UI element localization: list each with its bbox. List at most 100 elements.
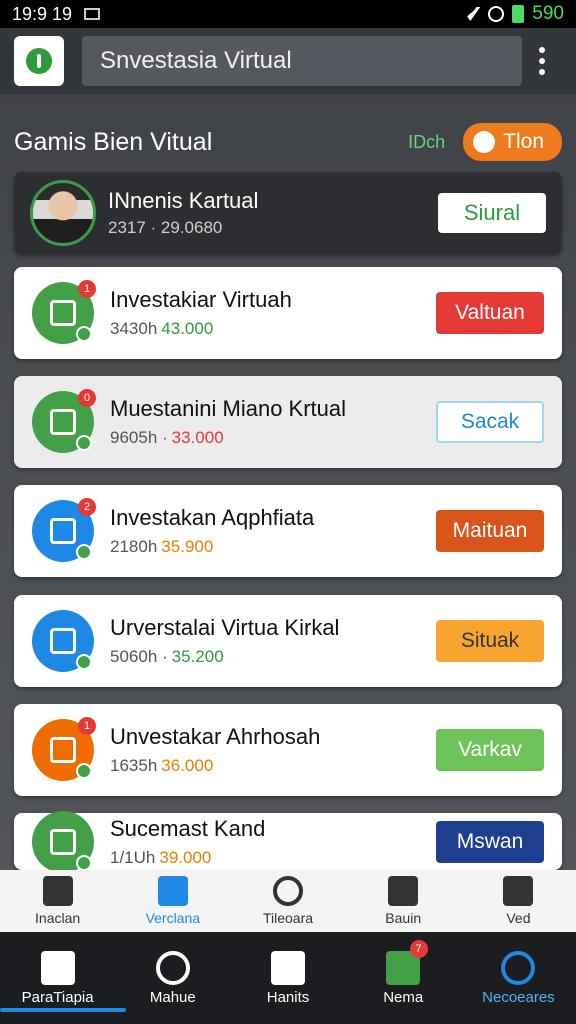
item-duration: 2180h bbox=[110, 537, 158, 556]
item-duration: 1/1Uh bbox=[110, 847, 156, 867]
calendar-icon bbox=[32, 610, 94, 672]
leaf-icon bbox=[32, 810, 94, 873]
nav-label: Bauin bbox=[385, 910, 422, 926]
item-value: 43.000 bbox=[161, 319, 214, 338]
calendar-icon: 1 bbox=[32, 280, 96, 344]
gear-icon: 2 bbox=[32, 498, 96, 562]
nav-item[interactable]: Verclana bbox=[115, 870, 230, 932]
alarm-icon bbox=[488, 6, 505, 22]
item-title: Investakan Aqphfiata bbox=[110, 505, 315, 530]
check-icon bbox=[76, 435, 92, 451]
location-icon bbox=[388, 876, 419, 906]
battery-icon bbox=[512, 5, 525, 23]
nav-label: Nema bbox=[383, 988, 424, 1006]
home-icon bbox=[42, 876, 73, 906]
search-icon bbox=[273, 876, 303, 906]
nav-item[interactable]: Nema 7 bbox=[346, 932, 461, 1024]
notification-badge: 1 bbox=[78, 717, 96, 735]
grid-icon bbox=[271, 950, 305, 985]
notification-badge: 1 bbox=[78, 280, 96, 298]
search-icon bbox=[501, 950, 536, 985]
power-icon bbox=[26, 48, 52, 74]
search-field[interactable]: Snvestasia Virtual bbox=[82, 36, 522, 86]
nav-item[interactable]: ParaTiapia bbox=[0, 932, 126, 1024]
item-title: Muestanini Miano Krtual bbox=[110, 396, 347, 421]
tlon-button-label: Tlon bbox=[503, 130, 544, 153]
nav-item[interactable]: Inaclan bbox=[0, 870, 115, 932]
overflow-menu-icon[interactable] bbox=[522, 47, 562, 75]
check-icon bbox=[76, 326, 92, 342]
wifi-icon bbox=[460, 7, 481, 21]
active-indicator bbox=[0, 1008, 126, 1012]
item-action-button[interactable]: Maituan bbox=[436, 510, 544, 552]
nav-item[interactable]: Tileoara bbox=[230, 870, 345, 932]
profile-action-button[interactable]: Siural bbox=[438, 193, 546, 233]
profile-name: INnenis Kartual bbox=[108, 188, 259, 213]
list-item[interactable]: 0 Muestanini Miano Krtual 9605h · 33.000 Sac… bbox=[14, 376, 562, 468]
home-icon bbox=[40, 950, 75, 985]
nav-label: Tileoara bbox=[262, 910, 314, 926]
battery-level: 590 bbox=[532, 3, 564, 24]
nav-item[interactable]: Mahue bbox=[115, 932, 230, 1024]
check-icon bbox=[76, 854, 92, 871]
item-value: 35.200 bbox=[171, 647, 224, 666]
nav-item[interactable]: Ved bbox=[461, 870, 576, 932]
nav-label: Ved bbox=[506, 910, 531, 926]
tlon-button[interactable]: Tlon bbox=[463, 123, 562, 161]
nav-item[interactable]: Hanits bbox=[230, 932, 345, 1024]
notification-badge: 7 bbox=[409, 940, 428, 958]
item-duration: 1635h bbox=[110, 756, 158, 775]
item-meta: 5060h · 35.200 bbox=[110, 647, 436, 667]
item-value: 33.000 bbox=[171, 428, 224, 447]
nav-item[interactable]: Bauin bbox=[346, 870, 461, 932]
list-item[interactable]: 1 Unvestakar Ahrhosah 1635h 36.000 Varkav bbox=[14, 704, 562, 796]
list-item[interactable]: Urverstalai Virtua Kirkal 5060h · 35.200 Si… bbox=[14, 595, 562, 687]
item-meta: 9605h · 33.000 bbox=[110, 428, 436, 448]
item-duration: 3430h bbox=[110, 319, 158, 338]
check-icon bbox=[76, 654, 92, 670]
nav-label: Inaclan bbox=[35, 910, 81, 926]
item-meta: 3430h 43.000 bbox=[110, 319, 436, 339]
nav-label: Mahue bbox=[149, 988, 196, 1006]
secondary-nav: Inaclan Verclana Tileoara Bauin Ved bbox=[0, 870, 576, 932]
nav-label: Hanits bbox=[266, 988, 310, 1006]
calendar-icon: 1 bbox=[32, 717, 96, 781]
document-icon bbox=[157, 876, 188, 906]
nav-label: Necoeares bbox=[482, 988, 555, 1006]
notification-badge: 0 bbox=[78, 389, 96, 407]
app-bar: Snvestasia Virtual bbox=[0, 28, 576, 94]
item-action-button[interactable]: Mswan bbox=[436, 820, 544, 863]
app-logo[interactable] bbox=[14, 36, 64, 86]
primary-nav: ParaTiapia Mahue Hanits Nema 7 Necoeares bbox=[0, 932, 576, 1024]
nav-label: Verclana bbox=[145, 910, 201, 926]
sphere-icon: 0 bbox=[32, 389, 96, 453]
status-time: 19:9 19 bbox=[12, 3, 73, 24]
item-title: Urverstalai Virtua Kirkal bbox=[110, 615, 340, 640]
item-action-button[interactable]: Valtuan bbox=[436, 292, 544, 334]
status-bar: 19:9 19 590 bbox=[0, 0, 576, 28]
item-value: 35.900 bbox=[161, 537, 214, 556]
item-meta: 2180h 35.900 bbox=[110, 537, 436, 557]
profile-meta: 2317 · 29.0680 bbox=[108, 218, 223, 237]
check-icon bbox=[76, 544, 92, 560]
list-item[interactable]: 1 Investakiar Virtuah 3430h 43.000 Valtuan bbox=[14, 267, 562, 359]
item-action-button[interactable]: Sacak bbox=[436, 401, 544, 443]
chat-icon bbox=[473, 131, 496, 153]
chart-icon bbox=[503, 876, 534, 906]
list-item[interactable]: Sucemast Kand 1/1Uh 39.000 Mswan bbox=[14, 810, 562, 873]
item-title: Investakiar Virtuah bbox=[110, 287, 292, 312]
item-title: Sucemast Kand bbox=[110, 815, 266, 841]
mail-icon bbox=[84, 8, 101, 20]
item-action-button[interactable]: Varkav bbox=[436, 729, 544, 771]
nav-item[interactable]: Necoeares bbox=[461, 932, 576, 1024]
item-value: 39.000 bbox=[159, 847, 212, 867]
avatar bbox=[30, 180, 96, 246]
item-meta: 1/1Uh 39.000 bbox=[110, 848, 436, 868]
item-title: Unvestakar Ahrhosah bbox=[110, 724, 321, 749]
profile-card[interactable]: INnenis Kartual 2317 · 29.0680 Siural bbox=[14, 172, 562, 254]
search-icon bbox=[155, 950, 190, 985]
list-item[interactable]: 2 Investakan Aqphfiata 2180h 35.900 Maituan bbox=[14, 485, 562, 577]
section-title: Gamis Bien Vitual bbox=[14, 127, 213, 156]
item-action-button[interactable]: Situak bbox=[436, 620, 544, 662]
item-duration: 9605h · bbox=[110, 428, 168, 447]
